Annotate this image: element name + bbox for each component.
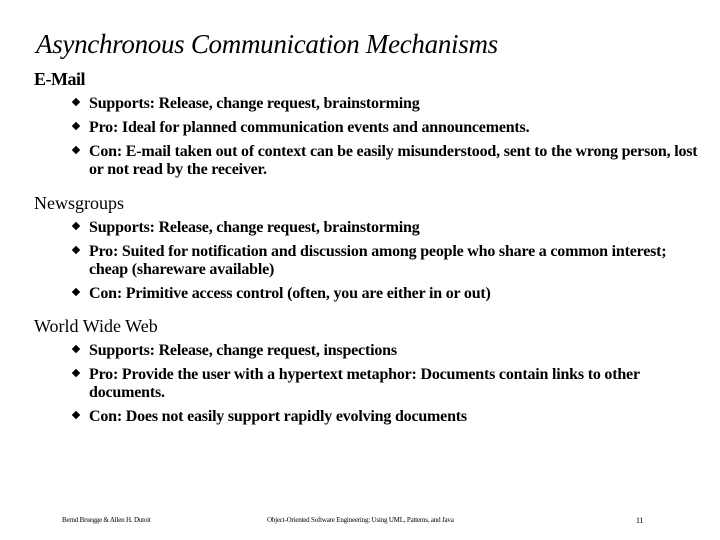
bullet-item: Pro: Provide the user with a hypertext m… bbox=[34, 366, 699, 402]
diamond-bullet-icon bbox=[71, 344, 81, 354]
bullet-item: Con: Does not easily support rapidly evo… bbox=[34, 408, 699, 426]
bullet-text: Con: Does not easily support rapidly evo… bbox=[89, 408, 467, 425]
bullet-item: Con: E-mail taken out of context can be … bbox=[34, 143, 699, 179]
bullet-item: Con: Primitive access control (often, yo… bbox=[34, 285, 699, 303]
bullet-text: Con: Primitive access control (often, yo… bbox=[89, 285, 491, 302]
section-heading: Newsgroups bbox=[34, 193, 124, 213]
bullet-text: Supports: Release, change request, brain… bbox=[89, 95, 420, 112]
bullet-item: Supports: Release, change request, inspe… bbox=[34, 342, 699, 360]
bullet-item: Supports: Release, change request, brain… bbox=[34, 95, 699, 113]
bullet-text: Pro: Ideal for planned communication eve… bbox=[89, 119, 530, 136]
bullet-item: Pro: Suited for notification and discuss… bbox=[34, 243, 699, 279]
diamond-bullet-icon bbox=[71, 410, 81, 420]
footer-book-title: Object-Oriented Software Engineering: Us… bbox=[267, 516, 454, 524]
section-heading: World Wide Web bbox=[34, 316, 158, 336]
bullet-text: Pro: Provide the user with a hypertext m… bbox=[89, 366, 640, 401]
bullet-text: Supports: Release, change request, inspe… bbox=[89, 342, 397, 359]
bullet-list: Supports: Release, change request, brain… bbox=[34, 95, 699, 179]
diamond-bullet-icon bbox=[71, 121, 81, 131]
footer-authors: Bernd Bruegge & Allen H. Dutoit bbox=[62, 516, 151, 524]
bullet-item: Pro: Ideal for planned communication eve… bbox=[34, 119, 699, 137]
diamond-bullet-icon bbox=[71, 145, 81, 155]
section-world-wide-web: World Wide Web Supports: Release, change… bbox=[34, 316, 699, 426]
diamond-bullet-icon bbox=[71, 245, 81, 255]
bullet-list: Supports: Release, change request, inspe… bbox=[34, 342, 699, 426]
diamond-bullet-icon bbox=[71, 97, 81, 107]
bullet-text: Pro: Suited for notification and discuss… bbox=[89, 243, 667, 278]
bullet-text: Supports: Release, change request, brain… bbox=[89, 219, 420, 236]
diamond-bullet-icon bbox=[71, 368, 81, 378]
diamond-bullet-icon bbox=[71, 221, 81, 231]
section-heading: E-Mail bbox=[34, 69, 86, 89]
bullet-item: Supports: Release, change request, brain… bbox=[34, 219, 699, 237]
bullet-list: Supports: Release, change request, brain… bbox=[34, 219, 699, 303]
section-email: E-Mail Supports: Release, change request… bbox=[34, 69, 699, 179]
section-newsgroups: Newsgroups Supports: Release, change req… bbox=[34, 193, 699, 303]
bullet-text: Con: E-mail taken out of context can be … bbox=[89, 143, 698, 178]
slide-title: Asynchronous Communication Mechanisms bbox=[36, 29, 498, 59]
footer-page-number: 11 bbox=[636, 516, 644, 525]
diamond-bullet-icon bbox=[71, 287, 81, 297]
